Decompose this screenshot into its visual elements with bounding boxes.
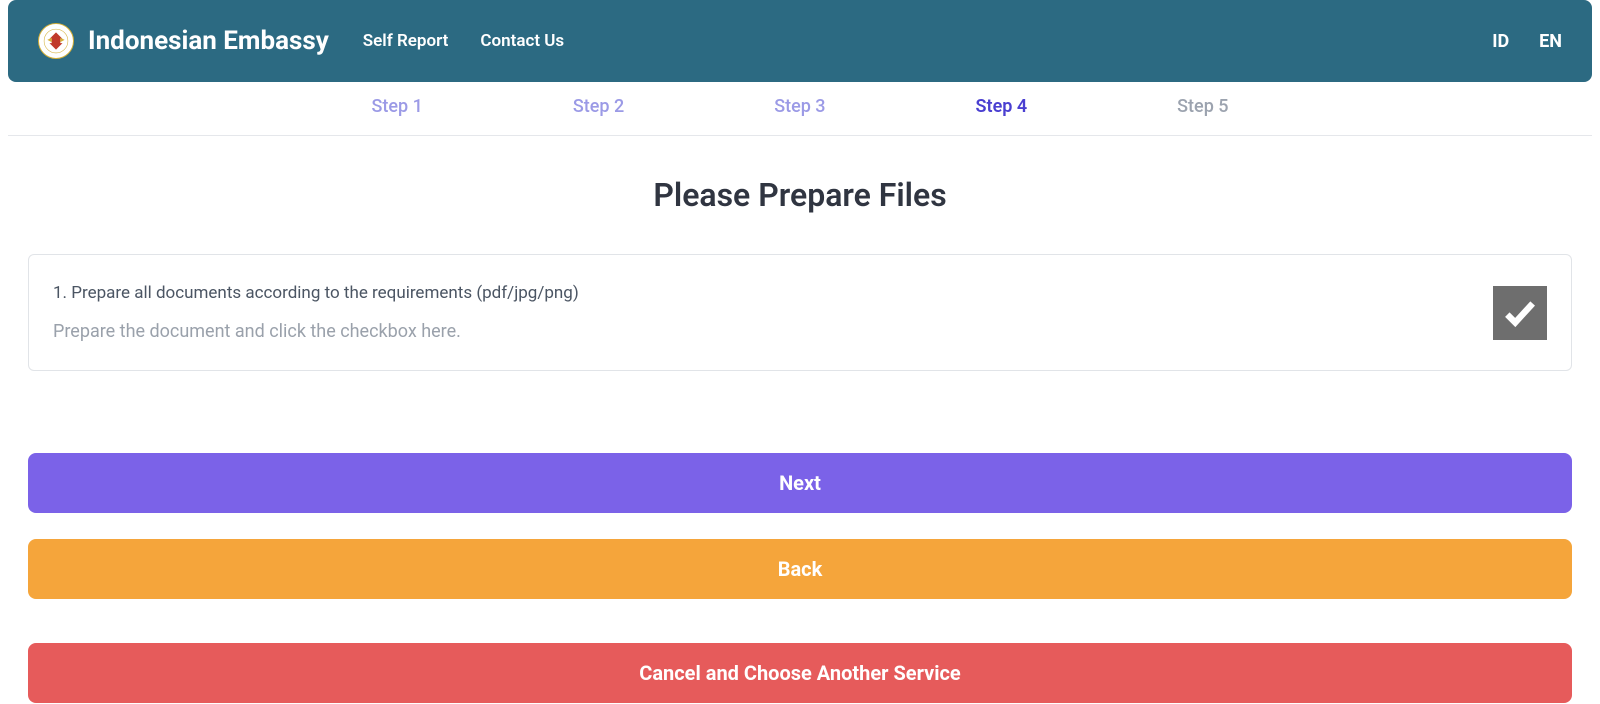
brand-title: Indonesian Embassy — [88, 26, 329, 56]
content: Please Prepare Files 1. Prepare all docu… — [8, 136, 1592, 703]
step-2[interactable]: Step 2 — [573, 96, 624, 117]
cancel-button[interactable]: Cancel and Choose Another Service — [28, 643, 1572, 703]
step-4[interactable]: Step 4 — [976, 96, 1028, 117]
step-3[interactable]: Step 3 — [774, 96, 825, 117]
prepare-files-card: 1. Prepare all documents according to th… — [28, 254, 1572, 371]
navbar-right: ID EN — [1492, 31, 1562, 52]
action-buttons: Next Back Cancel and Choose Another Serv… — [28, 453, 1572, 703]
instruction-subtext: Prepare the document and click the check… — [53, 321, 1493, 342]
lang-id[interactable]: ID — [1492, 31, 1509, 52]
lang-en[interactable]: EN — [1539, 31, 1562, 52]
nav-contact-us[interactable]: Contact Us — [480, 31, 564, 51]
next-button[interactable]: Next — [28, 453, 1572, 513]
back-button[interactable]: Back — [28, 539, 1572, 599]
nav-self-report[interactable]: Self Report — [363, 31, 449, 51]
garuda-logo-icon — [38, 23, 74, 59]
nav-links: Self Report Contact Us — [363, 31, 564, 51]
step-5[interactable]: Step 5 — [1177, 96, 1228, 117]
brand[interactable]: Indonesian Embassy — [38, 23, 329, 59]
check-icon — [1501, 294, 1539, 332]
instruction-text: 1. Prepare all documents according to th… — [53, 283, 1493, 303]
step-1[interactable]: Step 1 — [371, 96, 422, 117]
page-title: Please Prepare Files — [28, 176, 1572, 214]
navbar: Indonesian Embassy Self Report Contact U… — [8, 0, 1592, 82]
navbar-left: Indonesian Embassy Self Report Contact U… — [38, 23, 564, 59]
card-text: 1. Prepare all documents according to th… — [53, 283, 1493, 342]
confirm-checkbox[interactable] — [1493, 286, 1547, 340]
stepper: Step 1 Step 2 Step 3 Step 4 Step 5 — [8, 82, 1592, 136]
